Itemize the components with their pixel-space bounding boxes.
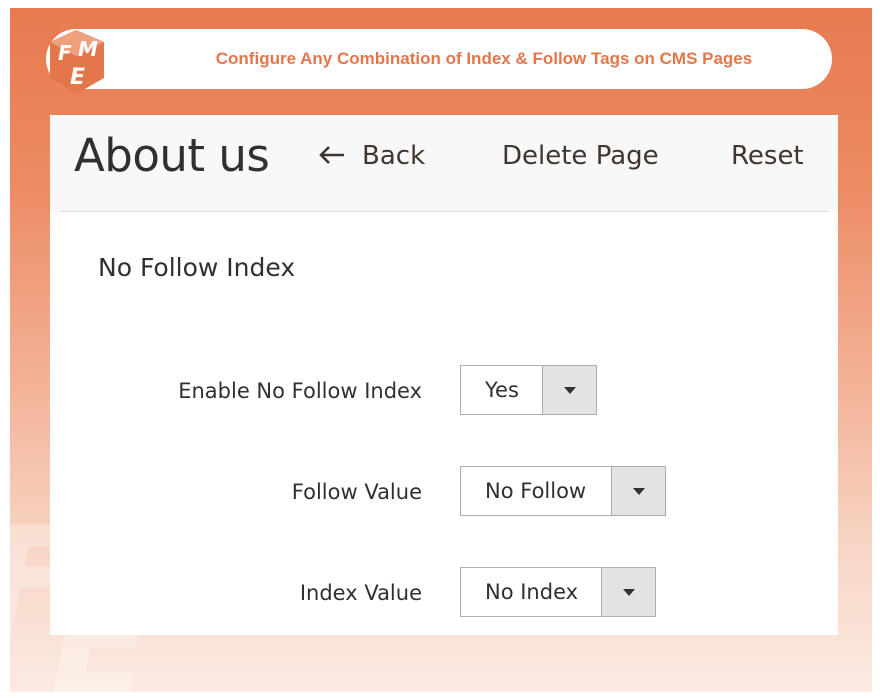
- svg-text:F: F: [58, 41, 72, 65]
- left-arrow-icon: [319, 145, 344, 164]
- follow-value-select[interactable]: No Follow: [460, 466, 666, 516]
- delete-page-button[interactable]: Delete Page: [502, 141, 659, 171]
- svg-text:E: E: [70, 65, 85, 90]
- index-value-label: Index Value: [299, 581, 422, 605]
- banner: Configure Any Combination of Index & Fol…: [46, 29, 832, 89]
- fme-logo-icon: F M E: [50, 30, 104, 94]
- promo-frame: F E Configure Any Combination of Index &…: [10, 8, 872, 692]
- select-value: No Follow: [485, 479, 587, 503]
- select-value: No Index: [485, 580, 579, 604]
- dropdown-toggle[interactable]: [542, 366, 596, 414]
- section-title: No Follow Index: [98, 253, 296, 282]
- index-value-select[interactable]: No Index: [460, 567, 656, 617]
- page-title: About us: [74, 129, 270, 182]
- back-button[interactable]: Back: [318, 141, 425, 171]
- reset-label: Reset: [731, 141, 804, 171]
- chevron-down-icon: [563, 386, 576, 394]
- back-label: Back: [362, 141, 426, 171]
- chevron-down-icon: [622, 588, 635, 596]
- select-value: Yes: [485, 378, 519, 402]
- chevron-down-icon: [632, 487, 645, 495]
- dropdown-toggle[interactable]: [601, 568, 655, 616]
- dropdown-toggle[interactable]: [611, 467, 665, 515]
- cms-page-panel: About us Back Delete Page Reset No Follo…: [50, 115, 838, 635]
- svg-text:M: M: [78, 37, 98, 61]
- enable-no-follow-index-select[interactable]: Yes: [460, 365, 597, 415]
- reset-button[interactable]: Reset: [731, 141, 804, 171]
- delete-page-label: Delete Page: [502, 141, 659, 171]
- header-divider: [60, 211, 828, 212]
- page-header: About us Back Delete Page Reset: [50, 115, 838, 211]
- follow-value-label: Follow Value: [291, 480, 422, 504]
- enable-no-follow-index-label: Enable No Follow Index: [178, 379, 422, 403]
- banner-title: Configure Any Combination of Index & Fol…: [215, 49, 753, 68]
